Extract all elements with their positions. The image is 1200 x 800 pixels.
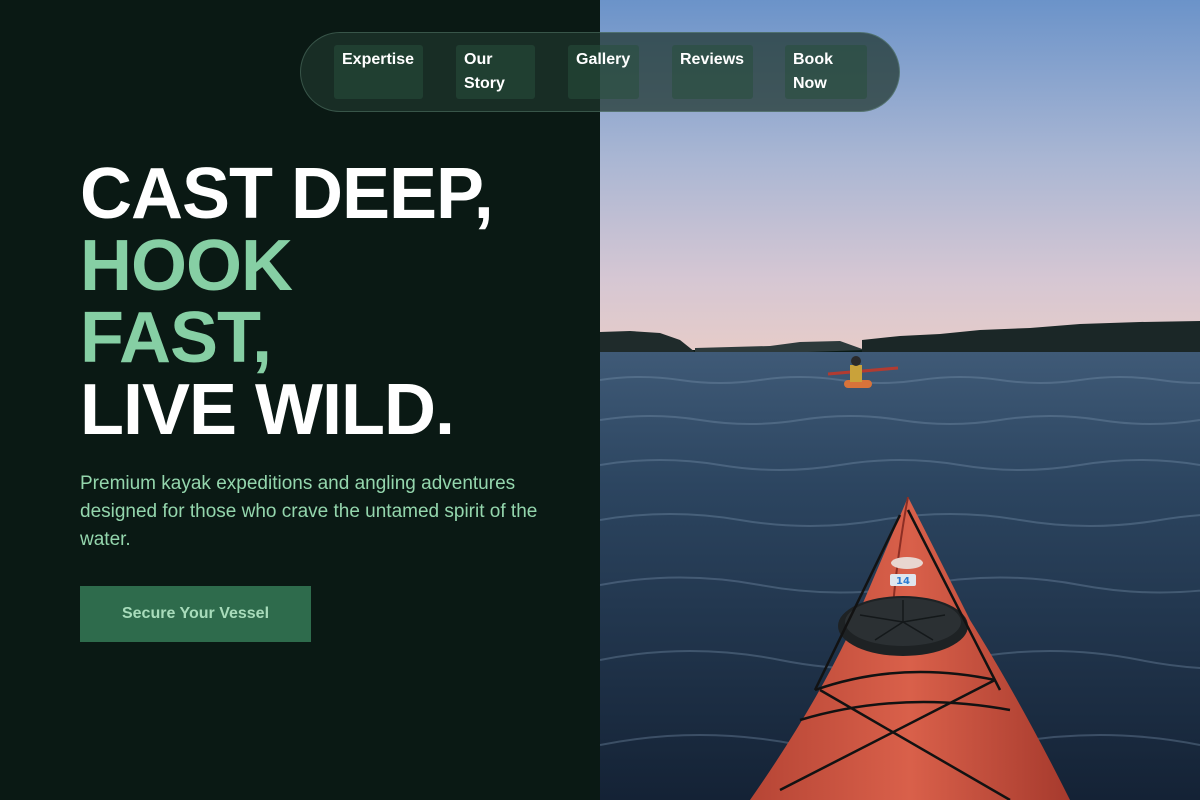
headline-line-3: FAST,: [80, 298, 272, 378]
headline-line-2: HOOK: [80, 226, 293, 306]
nav-item-label: Book: [793, 51, 833, 68]
nav-item-label: Story: [464, 75, 505, 92]
headline-line-4: LIVE WILD.: [80, 370, 455, 450]
nav-item-label: Reviews: [680, 51, 745, 68]
hero-photo: 14: [600, 0, 1200, 800]
main-navigation: Expertise Our Story Gallery Reviews Book…: [300, 32, 900, 112]
nav-item-gallery[interactable]: Gallery: [568, 45, 639, 99]
nav-item-label: Expertise: [342, 51, 415, 68]
nav-item-label: Gallery: [576, 51, 631, 68]
nav-item-label: Our: [464, 51, 493, 68]
hero-subtext: Premium kayak expeditions and angling ad…: [80, 473, 538, 550]
nav-item-expertise[interactable]: Expertise: [334, 45, 423, 99]
nav-item-label: Now: [793, 75, 827, 92]
nav-item-reviews[interactable]: Reviews: [672, 45, 753, 99]
bow-number: 14: [896, 576, 910, 587]
nav-item-book-now[interactable]: Book Now: [785, 45, 867, 99]
secure-vessel-button[interactable]: Secure Your Vessel: [80, 586, 311, 642]
kayak-lake-photo: 14: [600, 0, 1200, 800]
hero-headline: CAST DEEP, HOOK FAST, LIVE WILD.: [80, 158, 560, 446]
headline-line-1: CAST DEEP,: [80, 154, 494, 234]
nav-item-our-story[interactable]: Our Story: [456, 45, 535, 99]
